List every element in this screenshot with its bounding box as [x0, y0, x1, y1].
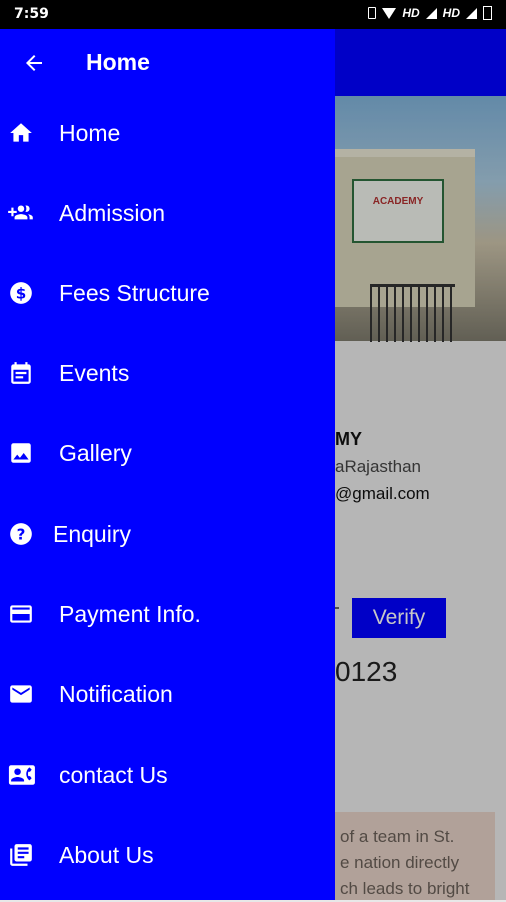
back-arrow-icon[interactable]: [22, 51, 46, 75]
mail-icon: [8, 681, 34, 707]
signal-icon-2: [466, 7, 477, 19]
vibrate-icon: [368, 7, 377, 19]
signal-icon-1: [425, 7, 437, 19]
drawer-item-label: Fees Structure: [59, 280, 210, 306]
drawer-item-label: Payment Info.: [59, 601, 201, 627]
svg-text:?: ?: [17, 525, 26, 543]
drawer-item-label: Gallery: [59, 440, 132, 466]
wifi-icon: [382, 7, 397, 19]
drawer-item-about-us[interactable]: About Us: [0, 822, 335, 902]
drawer-title: Home: [86, 49, 150, 75]
help-circle-icon: ?: [8, 521, 34, 547]
library-books-icon: [8, 842, 34, 868]
drawer-item-fees-structure[interactable]: $ Fees Structure: [0, 260, 335, 340]
contact-card-icon: [8, 762, 38, 788]
image-icon: [8, 440, 34, 466]
drawer-item-label: Admission: [59, 200, 166, 226]
svg-text:$: $: [16, 284, 27, 302]
status-bar: 7:59 HD HD: [0, 0, 506, 29]
drawer-item-label: Home: [59, 120, 121, 146]
drawer-item-admission[interactable]: Admission: [0, 180, 335, 260]
drawer-item-label: contact Us: [59, 762, 168, 788]
dollar-circle-icon: $: [8, 280, 34, 306]
drawer-item-notification[interactable]: Notification: [0, 661, 335, 741]
credit-card-icon: [8, 601, 34, 627]
drawer-item-label: About Us: [59, 842, 154, 868]
home-icon: [8, 120, 34, 146]
drawer-item-label: Notification: [59, 681, 173, 707]
navigation-drawer: Home Home Admission $ Fees Structure Eve…: [0, 29, 335, 900]
status-time: 7:59: [14, 6, 49, 22]
drawer-item-label: Events: [59, 360, 130, 386]
people-add-icon: [6, 200, 36, 226]
drawer-item-home[interactable]: Home: [0, 100, 335, 180]
network-type-1: HD: [402, 6, 420, 20]
network-type-2: HD: [442, 6, 460, 20]
battery-icon: [483, 6, 492, 20]
drawer-item-events[interactable]: Events: [0, 340, 335, 420]
drawer-item-gallery[interactable]: Gallery: [0, 420, 335, 500]
drawer-item-label: Enquiry: [53, 521, 131, 547]
drawer-header: Home: [0, 29, 335, 96]
calendar-icon: [8, 360, 34, 386]
drawer-item-enquiry[interactable]: ? Enquiry: [0, 501, 335, 581]
drawer-item-contact-us[interactable]: contact Us: [0, 742, 335, 822]
status-icons: HD HD: [368, 6, 492, 20]
drawer-item-payment-info[interactable]: Payment Info.: [0, 581, 335, 661]
